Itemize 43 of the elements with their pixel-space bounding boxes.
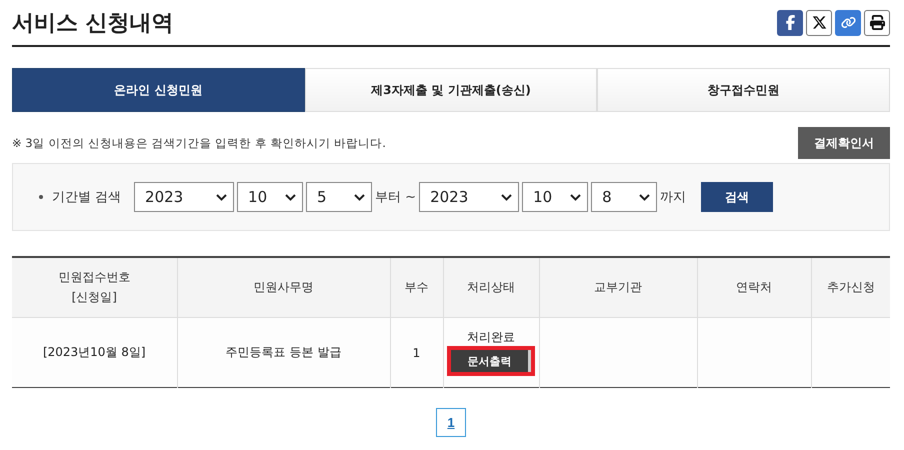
chevron-down-icon [639, 194, 650, 200]
column-header: 연락처 [697, 257, 811, 318]
column-header: 민원접수번호 [신청일] [12, 257, 177, 318]
x-logo-icon [812, 15, 826, 30]
chevron-down-icon [216, 194, 228, 200]
notice-text: ※ 3일 이전의 신청내용은 검색기간을 입력한 후 확인하시기 바랍니다. [12, 136, 386, 150]
print-button[interactable] [864, 10, 890, 36]
page-link[interactable]: 1 [436, 408, 466, 437]
chevron-down-icon [285, 194, 296, 200]
tab[interactable]: 온라인 신청민원 [12, 68, 305, 112]
column-header: 부수 [390, 257, 443, 318]
chevron-down-icon [501, 194, 512, 200]
column-header: 처리상태 [443, 257, 539, 318]
column-header: 민원사무명 [177, 257, 390, 318]
column-header: 추가신청 [811, 257, 890, 318]
chevron-down-icon [354, 194, 366, 200]
search-label: 기간별 검색 [52, 189, 122, 206]
status-text: 처리완료 [467, 330, 515, 344]
select-field[interactable]: 10 [522, 182, 588, 212]
column-header: 교부기관 [539, 257, 697, 318]
printer-icon [870, 15, 884, 30]
tab[interactable]: 제3자제출 및 기관제출(송신) [304, 68, 598, 112]
tab[interactable]: 창구접수민원 [597, 68, 890, 112]
print-document-button[interactable]: 문서출력 [451, 350, 531, 372]
page-title: 서비스 신청내역 [12, 10, 174, 38]
bullet-icon [38, 195, 43, 199]
payment-confirmation-button[interactable]: 결제확인서 [798, 127, 890, 159]
select-field[interactable]: 2023 [419, 182, 520, 212]
link-button[interactable] [835, 10, 861, 36]
table-cell: [2023년10월 8일] [12, 318, 177, 388]
select-field[interactable]: 8 [591, 182, 658, 212]
select-field[interactable]: 10 [237, 182, 304, 212]
table-cell: 1 [390, 318, 443, 388]
table-cell: 주민등록표 등본 발급 [177, 318, 390, 388]
x-logo-button[interactable] [806, 10, 832, 36]
chevron-down-icon [570, 194, 582, 200]
select-field[interactable]: 5 [306, 182, 372, 212]
facebook-button[interactable] [777, 10, 803, 36]
link-icon [840, 15, 856, 30]
to-suffix: 까지 [660, 189, 686, 206]
select-field[interactable]: 2023 [134, 182, 234, 212]
from-suffix: 부터 ~ [375, 189, 416, 206]
search-button[interactable]: 검색 [701, 182, 774, 212]
